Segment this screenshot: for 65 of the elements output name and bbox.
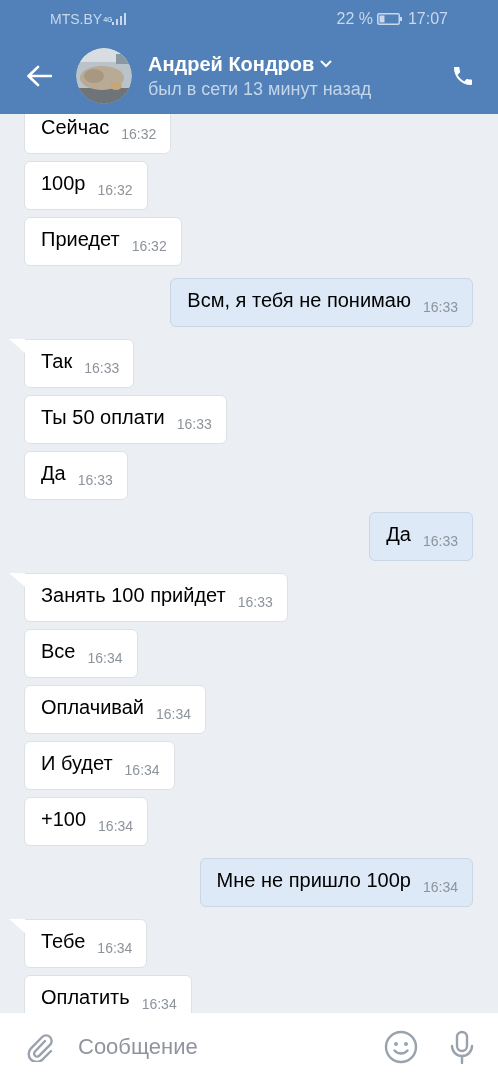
message-bubble[interactable]: Мне не пришло 100р 16:34 (199, 858, 473, 907)
message-bubble[interactable]: Да 16:33 (24, 451, 128, 500)
chevron-down-icon[interactable] (320, 60, 333, 68)
message-time: 16:34 (97, 940, 133, 956)
back-arrow-icon (26, 65, 52, 87)
message-text: Мне не пришло 100р (216, 868, 411, 892)
message-text: Да (386, 522, 411, 546)
message-text: Все (41, 639, 76, 663)
voice-button[interactable] (448, 1028, 476, 1065)
message-text: Так (41, 349, 73, 373)
message-text: +100 (41, 807, 87, 831)
message-bubble[interactable]: Оплачивай 16:34 (24, 685, 207, 734)
message-bubble[interactable]: Да 16:33 (369, 512, 473, 561)
clock: 17:07 (407, 9, 448, 29)
message-text: Сейчас (41, 115, 110, 139)
message-time: 16:34 (124, 762, 160, 778)
emoji-button[interactable] (384, 1029, 418, 1064)
message-bubble[interactable]: Ты 50 оплати 16:33 (24, 395, 227, 444)
message-text: Тебе (41, 929, 86, 953)
message-text: И будет (41, 751, 113, 775)
message-text: Оплачивай (41, 695, 145, 719)
message-time: 16:34 (141, 996, 177, 1012)
message-text: Ты 50 оплати (41, 405, 165, 429)
message-time: 16:34 (98, 818, 134, 834)
phone-icon (451, 64, 475, 88)
message-time: 16:33 (422, 299, 458, 315)
carrier-name: MTS.BY (50, 9, 103, 29)
message-bubble[interactable]: И будет 16:34 (24, 741, 175, 790)
message-bubble[interactable]: Приедет 16:32 (24, 217, 182, 266)
message-time: 16:34 (422, 879, 458, 895)
message-time: 16:34 (156, 706, 192, 722)
message-time: 16:33 (77, 472, 113, 488)
message-time: 16:34 (87, 650, 123, 666)
message-composer[interactable]: Сообщение (0, 1013, 498, 1080)
message-time: 16:33 (84, 360, 120, 376)
message-text: 100р (41, 171, 86, 195)
message-text: Всм, я тебя не понимаю (187, 288, 411, 312)
message-bubble[interactable]: Сейчас 16:32 (24, 114, 172, 154)
message-time: 16:32 (131, 238, 167, 254)
message-time: 16:33 (422, 533, 458, 549)
message-time: 16:32 (121, 126, 157, 142)
message-text: Да (41, 461, 66, 485)
message-bubble[interactable]: Занять 100 прийдет 16:33 (24, 573, 288, 622)
battery-percent: 22 % (336, 9, 373, 29)
message-time: 16:33 (237, 594, 273, 610)
last-seen-status: был в сети 13 минут назад (148, 78, 373, 101)
message-bubble[interactable]: Тебе 16:34 (24, 919, 148, 968)
message-bubble[interactable]: Все 16:34 (24, 629, 138, 678)
smiley-icon (384, 1029, 418, 1064)
message-bubble[interactable]: 100р 16:32 (24, 161, 148, 210)
message-bubble[interactable]: +100 16:34 (24, 797, 149, 846)
message-text: Занять 100 прийдет (41, 583, 226, 607)
message-bubble[interactable]: Оплатить 16:34 (24, 975, 192, 1013)
paperclip-icon (26, 1031, 54, 1062)
message-time: 16:32 (97, 182, 133, 198)
message-text: Приедет (41, 227, 120, 251)
microphone-icon (449, 1029, 475, 1064)
message-input[interactable]: Сообщение (78, 1030, 384, 1063)
message-text: Оплатить (41, 985, 130, 1009)
battery-icon (376, 13, 403, 25)
message-bubble[interactable]: Так 16:33 (24, 339, 135, 388)
contact-name[interactable]: Андрей Кондров (148, 51, 315, 77)
message-bubble[interactable]: Всм, я тебя не понимаю 16:33 (170, 278, 473, 327)
message-time: 16:33 (176, 416, 212, 432)
signal-icon (112, 13, 127, 25)
